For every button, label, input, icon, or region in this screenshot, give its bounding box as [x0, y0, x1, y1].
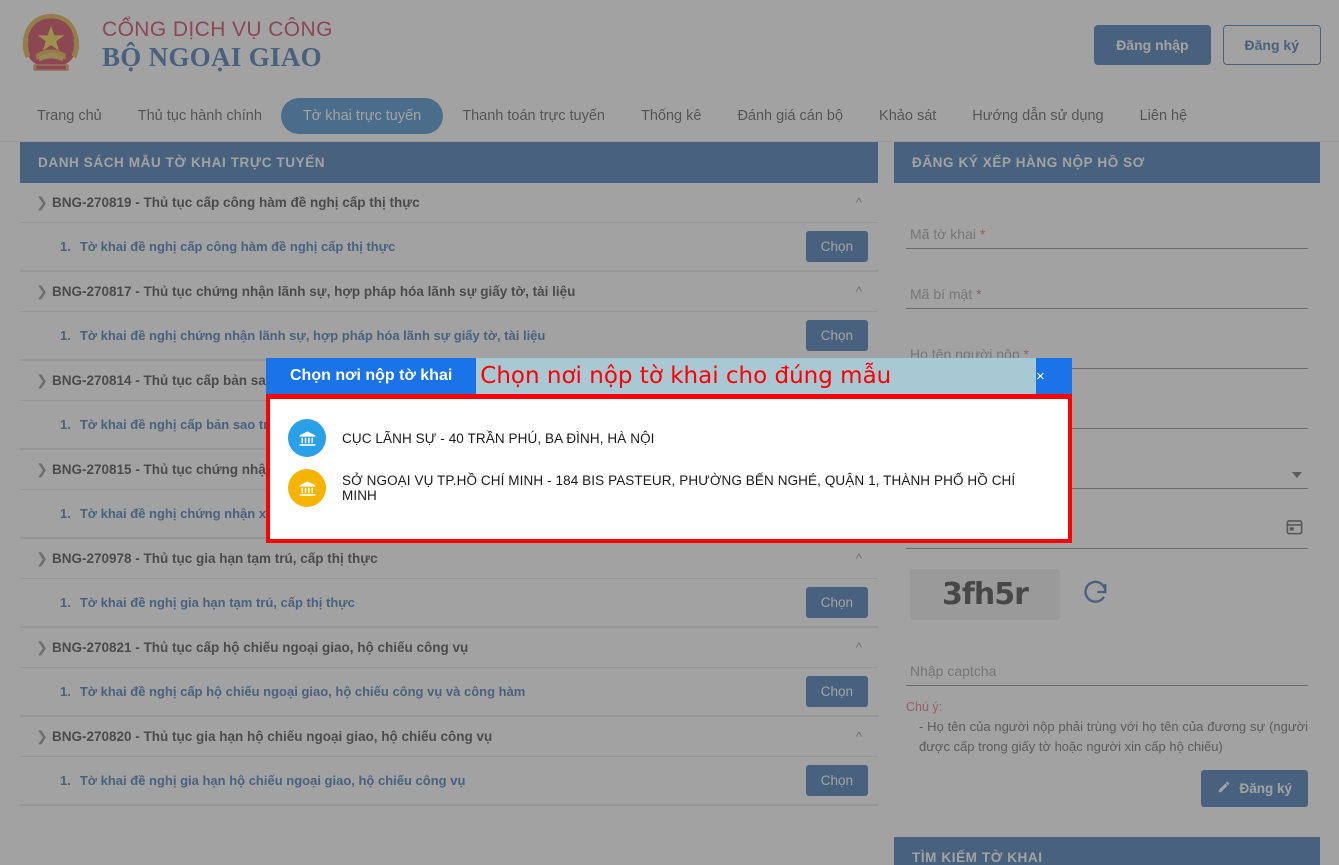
- modal-body: CỤC LÃNH SỰ - 40 TRẦN PHÚ, BA ĐÌNH, HÀ N…: [266, 394, 1072, 543]
- modal-option-label: CỤC LÃNH SỰ - 40 TRẦN PHÚ, BA ĐÌNH, HÀ N…: [342, 430, 655, 446]
- modal-titlebar: Chọn nơi nộp tờ khai Chọn nơi nộp tờ kha…: [266, 358, 1072, 394]
- annotation-text: Chọn nơi nộp tờ khai cho đúng mẫu: [476, 358, 1048, 394]
- modal-title: Chọn nơi nộp tờ khai: [266, 358, 477, 394]
- bank-icon: [288, 469, 326, 507]
- modal-option-cuc-lanh-su[interactable]: CỤC LÃNH SỰ - 40 TRẦN PHÚ, BA ĐÌNH, HÀ N…: [270, 413, 1068, 463]
- page-root: CỔNG DỊCH VỤ CÔNG BỘ NGOẠI GIAO Đăng nhậ…: [0, 0, 1339, 865]
- modal-option-so-ngoai-vu-hcm[interactable]: SỞ NGOẠI VỤ TP.HỒ CHÍ MINH - 184 BIS PAS…: [270, 463, 1068, 513]
- bank-icon: [288, 419, 326, 457]
- select-submission-place-modal: Chọn nơi nộp tờ khai Chọn nơi nộp tờ kha…: [266, 358, 1072, 543]
- close-icon[interactable]: ×: [1036, 358, 1072, 394]
- modal-option-label: SỞ NGOẠI VỤ TP.HỒ CHÍ MINH - 184 BIS PAS…: [342, 473, 1016, 503]
